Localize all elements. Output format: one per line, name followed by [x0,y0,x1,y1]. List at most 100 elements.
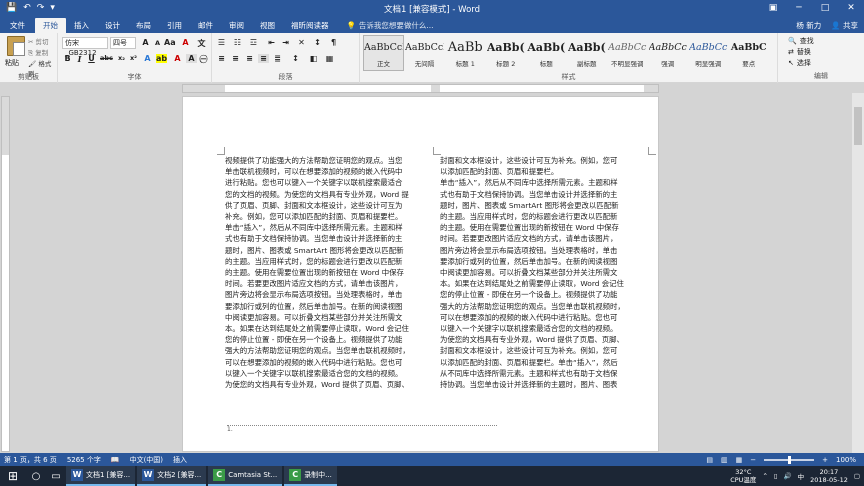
windows-start-icon[interactable]: ⊞ [0,466,26,486]
subscript-icon[interactable]: x₂ [116,54,127,62]
ime-icon[interactable]: 中 [798,471,805,481]
read-mode-icon[interactable]: ▤ [706,456,713,464]
clock[interactable]: 20:17 2018-05-12 [810,468,848,484]
customize-qat-icon[interactable]: ▾ [50,4,55,13]
cut-button[interactable]: ✂ 剪切 [28,36,49,46]
cpu-temp[interactable]: 32°C CPU温度 [730,468,756,484]
shading-icon[interactable]: ◧ [308,54,319,63]
align-center-icon[interactable]: ≡ [230,54,241,63]
style-no-spacing[interactable]: AaBbCcI 无间隔 [404,35,445,71]
tab-design[interactable]: 设计 [97,18,128,33]
justify-icon[interactable]: ≡ [258,54,269,63]
increase-indent-icon[interactable]: ⇥ [280,38,291,47]
save-icon[interactable]: 💾 [6,4,17,13]
zoom-slider[interactable] [764,455,815,464]
underline-icon[interactable]: U [86,54,97,63]
borders-icon[interactable]: ▦ [324,54,335,63]
tab-references[interactable]: 引用 [159,18,190,33]
tray-chevron-icon[interactable]: ⌃ [762,472,767,480]
numbering-icon[interactable]: ☷ [232,38,243,47]
char-shading-icon[interactable]: A [186,54,197,63]
search-icon[interactable]: ○ [26,466,46,486]
style-subtitle[interactable]: AaBb(副标题 [567,35,608,71]
page-count[interactable]: 第 1 页，共 6 页 [4,455,57,465]
superscript-icon[interactable]: x² [128,54,139,62]
select-button[interactable]: ↖ 选择 [788,58,811,68]
proofing-icon[interactable]: 📖 [111,456,120,464]
scroll-thumb[interactable] [854,107,862,145]
highlight-icon[interactable]: ab [156,54,167,63]
paste-button-label[interactable]: 粘贴 [5,58,19,68]
zoom-out-icon[interactable]: − [750,456,756,464]
distributed-icon[interactable]: ≣ [272,54,283,63]
align-right-icon[interactable]: ≡ [244,54,255,63]
multilevel-list-icon[interactable]: ☲ [248,38,259,47]
notification-icon[interactable]: ▢ [854,472,860,480]
enclose-char-icon[interactable]: ㊀ [198,54,209,65]
undo-icon[interactable]: ↶ [23,4,31,13]
font-size-select[interactable]: 四号 [110,37,136,49]
tell-me-box[interactable]: 💡 告诉我您想要做什么... [347,18,434,33]
tab-mailings[interactable]: 邮件 [190,18,221,33]
minimize-button[interactable]: ─ [786,0,812,17]
task-view-icon[interactable]: ▭ [46,466,66,486]
word-count[interactable]: 5265 个字 [67,455,101,465]
ribbon-display-icon[interactable]: ▣ [760,0,786,17]
font-color-icon[interactable]: A [172,54,183,63]
volume-icon[interactable]: 🔊 [783,472,791,480]
close-button[interactable]: ✕ [838,0,864,17]
align-left-icon[interactable]: ≡ [216,54,227,63]
tab-review[interactable]: 审阅 [221,18,252,33]
find-button[interactable]: 🔍 查找 [788,36,814,46]
maximize-button[interactable]: □ [812,0,838,17]
clear-format-icon[interactable]: A [180,38,191,47]
style-title[interactable]: AaBb(标题 [526,35,567,71]
share-button[interactable]: 👤 共享 [831,20,858,31]
style-heading-2[interactable]: AaBb(标题 2 [486,35,527,71]
document-page[interactable]: 视频提供了功能强大的方法帮助您证明您的观点。当您 单击联机视频时，可以在想要添加的… [182,96,659,452]
paste-icon[interactable] [7,36,25,56]
tab-view[interactable]: 视图 [252,18,283,33]
tab-home[interactable]: 开始 [35,18,66,33]
taskbar-item-recording[interactable]: C 录制中... [284,466,337,486]
tab-layout[interactable]: 布局 [128,18,159,33]
decrease-indent-icon[interactable]: ⇤ [266,38,277,47]
font-name-select[interactable]: 仿宋_GB2312 [62,37,108,57]
tab-insert[interactable]: 插入 [66,18,97,33]
tab-foxit[interactable]: 福昕阅读器 [283,18,337,33]
style-subtle-emphasis[interactable]: AaBbCc 不明显强调 [607,35,648,71]
vertical-ruler[interactable] [1,96,10,452]
zoom-in-icon[interactable]: + [822,456,828,464]
vertical-scrollbar[interactable] [852,93,864,453]
tab-file[interactable]: 文件 [0,18,35,33]
print-layout-icon[interactable]: ▥ [721,456,728,464]
taskbar-item-doc2[interactable]: W 文档2 [兼容... [137,466,207,486]
language[interactable]: 中文(中国) [130,455,163,465]
text-column-right[interactable]: 封面和文本框设计，这些设计可互为补充。例如，您可 以添加匹配的封面、页眉和提要栏。… [440,155,646,451]
text-effects-icon[interactable]: A [142,54,153,63]
user-name[interactable]: 杨 新力 [796,20,821,31]
phonetic-guide-icon[interactable]: 文 [196,38,207,49]
style-normal[interactable]: AaBbCcI 正文 [363,35,404,71]
shrink-font-icon[interactable]: A [152,39,163,47]
horizontal-ruler[interactable] [182,84,659,93]
bold-icon[interactable]: B [62,54,73,63]
replace-button[interactable]: ⇄ 替换 [788,47,811,57]
web-layout-icon[interactable]: ▦ [736,456,743,464]
style-heading-1[interactable]: AaBb 标题 1 [445,35,486,71]
grow-font-icon[interactable]: A [140,38,151,47]
show-marks-icon[interactable]: ¶ [328,38,339,47]
taskbar-item-camtasia[interactable]: C Camtasia St... [208,466,283,486]
bullets-icon[interactable]: ☰ [216,38,227,47]
style-intense-emphasis[interactable]: AaBbCc 明显强调 [688,35,729,71]
copy-button[interactable]: ⎘ 复制 [28,47,48,58]
italic-icon[interactable]: I [74,54,85,64]
network-icon[interactable]: ▯ [774,472,778,480]
chinese-layout-icon[interactable]: ✕ [296,38,307,47]
style-emphasis[interactable]: AaBbCc 强调 [648,35,689,71]
taskbar-item-doc1[interactable]: W 文档1 [兼容... [66,466,136,486]
insert-mode[interactable]: 插入 [173,455,187,465]
zoom-level[interactable]: 100% [836,456,856,464]
sort-icon[interactable]: ↕ [312,38,323,47]
style-strong[interactable]: AaBbC 要点 [729,35,770,71]
